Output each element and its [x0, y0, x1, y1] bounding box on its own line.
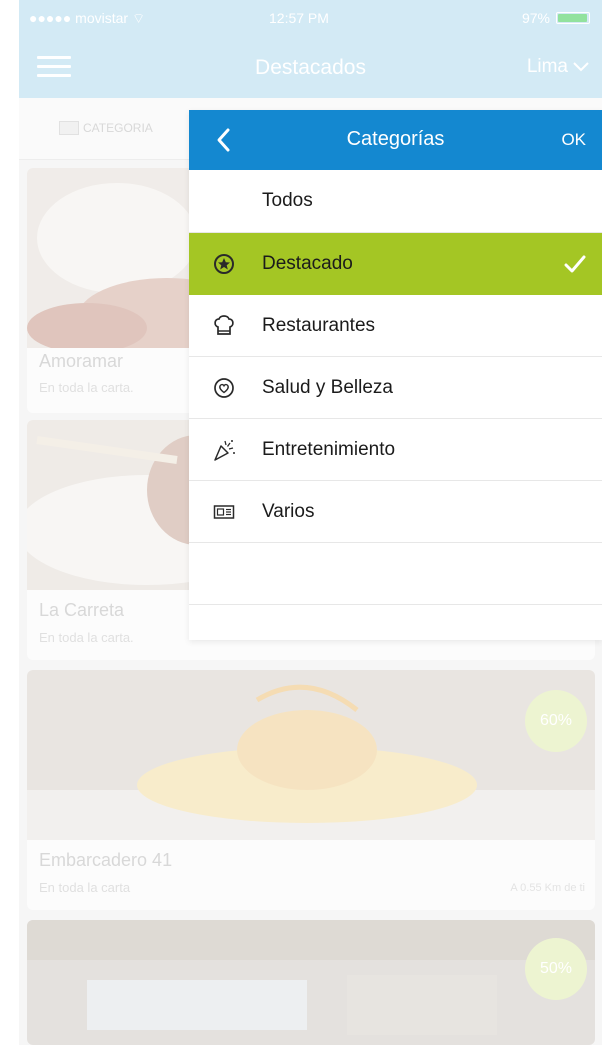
category-item-entretenimiento[interactable]: Entretenimiento — [189, 419, 602, 481]
chef-hat-icon — [211, 313, 237, 339]
category-label: Salud y Belleza — [262, 376, 393, 398]
category-item-varios[interactable]: Varios — [189, 481, 602, 543]
checkmark-icon — [564, 255, 586, 273]
ok-button[interactable]: OK — [561, 130, 586, 150]
party-popper-icon — [211, 437, 237, 463]
star-badge-icon — [211, 251, 237, 277]
ticket-icon — [211, 499, 237, 525]
category-label: Varios — [262, 500, 315, 522]
empty-row — [189, 543, 602, 605]
category-label: Restaurantes — [262, 314, 376, 336]
category-label: Entretenimiento — [262, 438, 396, 460]
category-list: Todos Destacado Restaurantes Salud y Bel… — [189, 170, 602, 605]
category-item-restaurantes[interactable]: Restaurantes — [189, 295, 602, 357]
category-item-todos[interactable]: Todos — [189, 170, 602, 233]
categories-header: Categorías OK — [189, 110, 602, 170]
category-item-salud-belleza[interactable]: Salud y Belleza — [189, 357, 602, 419]
heart-circle-icon — [211, 375, 237, 401]
categories-title: Categorías — [346, 128, 445, 150]
categories-panel: Categorías OK Todos Destacado Restaurant… — [189, 110, 602, 640]
category-label: Destacado — [262, 253, 353, 274]
category-label: Todos — [262, 190, 313, 211]
category-item-destacado[interactable]: Destacado — [189, 233, 602, 295]
